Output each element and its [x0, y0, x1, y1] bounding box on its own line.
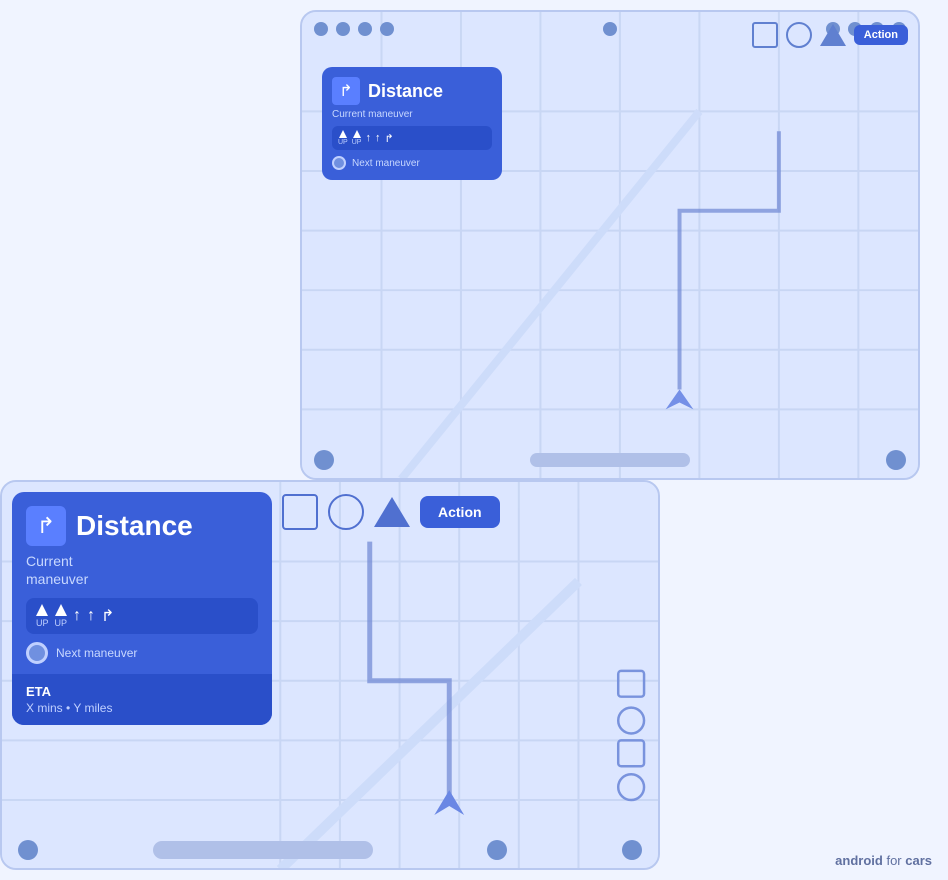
nav-title-row-large: ↱ Distance	[26, 506, 258, 546]
bottom-dot-right-lg	[622, 840, 642, 860]
next-maneuver-row-small: Next maneuver	[332, 156, 492, 170]
nav-card-small: ↱ Distance Current maneuver UP UP ↑ ↑ ↱	[322, 67, 502, 180]
triangle-icon-small	[820, 24, 846, 46]
arrow-up-icon-lg	[36, 604, 48, 616]
turn-icon-large: ↱	[26, 506, 66, 546]
distance-text-small: Distance	[368, 81, 443, 102]
action-button-small[interactable]: Action	[854, 25, 908, 45]
brand-text: android for cars	[835, 853, 932, 868]
large-card: Action ↱ Distance Currentmaneuver UP UP …	[0, 480, 660, 870]
eta-value: X mins • Y miles	[26, 701, 258, 715]
triangle-icon-large	[374, 497, 410, 527]
top-bar-large: Action	[282, 494, 500, 530]
brand-cars: cars	[905, 853, 932, 868]
brand-android: android	[835, 853, 883, 868]
turn-icon-small: ↱	[332, 77, 360, 105]
action-button-large[interactable]: Action	[420, 496, 500, 528]
bottom-dot-left	[314, 450, 334, 470]
bottom-dot-left-lg	[18, 840, 38, 860]
top-dot-center	[603, 22, 617, 36]
top-dot	[336, 22, 350, 36]
arrow-straight-icon: ↑	[375, 132, 381, 144]
nav-title-row: ↱ Distance	[332, 77, 492, 105]
next-maneuver-text-small: Next maneuver	[352, 158, 420, 169]
distance-text-large: Distance	[76, 510, 193, 542]
bottom-bar-small	[302, 450, 918, 470]
nav-card-main: ↱ Distance Currentmaneuver UP UP ↑ ↑	[12, 492, 272, 674]
current-maneuver-small: Current maneuver	[332, 109, 492, 120]
lane-up-lg-2: UP	[55, 604, 68, 628]
lane-up-2: UP	[352, 130, 362, 146]
lane-straight-lg-2: ↑	[87, 607, 95, 625]
next-maneuver-row-large: Next maneuver	[26, 642, 258, 664]
arrow-straight-icon-lg: ↑	[87, 607, 95, 625]
lane-up-1: UP	[338, 130, 348, 146]
square-icon-large[interactable]	[282, 494, 318, 530]
brand-for: for	[886, 853, 901, 868]
arrow-turn-right-icon: ↱	[384, 132, 393, 145]
top-dot	[380, 22, 394, 36]
next-maneuver-dot	[332, 156, 346, 170]
lane-straight-2: ↑	[375, 132, 381, 144]
bottom-dot-right	[886, 450, 906, 470]
square-icon-small[interactable]	[752, 22, 778, 48]
lane-turn-right-lg: ↱	[101, 606, 114, 626]
top-dot	[314, 22, 328, 36]
eta-bar: ETA X mins • Y miles	[12, 674, 272, 725]
arrow-up-icon	[339, 130, 347, 138]
current-maneuver-large: Currentmaneuver	[26, 552, 258, 588]
top-dot	[358, 22, 372, 36]
lanes-row-small: UP UP ↑ ↑ ↱	[332, 126, 492, 150]
lane-straight-lg-1: ↑	[73, 607, 81, 625]
arrow-turn-right-icon-lg: ↱	[101, 606, 114, 626]
next-maneuver-dot-large	[26, 642, 48, 664]
next-maneuver-text-large: Next maneuver	[56, 646, 137, 660]
lane-turn-right: ↱	[384, 132, 393, 145]
lane-straight-1: ↑	[365, 132, 371, 144]
arrow-straight-icon-lg: ↑	[73, 607, 81, 625]
circle-icon-small[interactable]	[786, 22, 812, 48]
bottom-bar-large	[2, 840, 658, 860]
small-card: Action ↱ Distance Current maneuver UP UP…	[300, 10, 920, 480]
eta-label: ETA	[26, 684, 258, 699]
bottom-dot-mid-lg	[487, 840, 507, 860]
top-bar-small: Action	[752, 22, 908, 48]
bottom-pill-small	[530, 453, 690, 467]
circle-icon-large[interactable]	[328, 494, 364, 530]
lanes-row-large: UP UP ↑ ↑ ↱	[26, 598, 258, 634]
arrow-up-icon	[353, 130, 361, 138]
lane-up-lg-1: UP	[36, 604, 49, 628]
bottom-pill-large	[153, 841, 373, 859]
arrow-up-icon-lg	[55, 604, 67, 616]
arrow-straight-icon: ↑	[365, 132, 371, 144]
nav-card-large: ↱ Distance Currentmaneuver UP UP ↑ ↑	[12, 492, 272, 725]
